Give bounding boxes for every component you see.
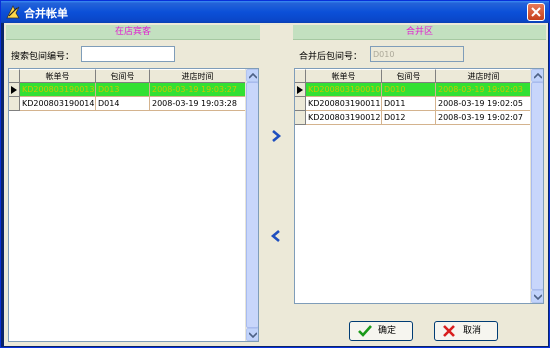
window-title: 合并帐单: [24, 7, 68, 20]
move-left-icon[interactable]: [269, 229, 283, 243]
confirm-button[interactable]: 确定: [349, 321, 413, 341]
app-icon: [6, 5, 20, 19]
column-header-time[interactable]: 进店时间: [150, 69, 246, 83]
search-room-input[interactable]: [81, 46, 175, 62]
confirm-label: 确定: [378, 326, 397, 336]
grid-header-row: 帐单号 包间号 进店时间: [9, 69, 246, 83]
row-indicator: [295, 111, 306, 125]
move-right-icon[interactable]: [269, 129, 283, 143]
play-icon: [11, 86, 17, 94]
table-row[interactable]: KD200803190013 D013 2008-03-19 19:03:27: [9, 83, 246, 97]
cell-room: D010: [382, 83, 436, 97]
table-row[interactable]: KD200803190014 D014 2008-03-19 19:03:28: [9, 97, 246, 111]
scroll-thumb[interactable]: [531, 82, 543, 290]
scroll-down-button[interactable]: [531, 290, 543, 303]
cell-time: 2008-03-19 19:03:27: [150, 83, 246, 97]
merged-room-label: 合并后包间号：: [299, 52, 363, 62]
close-button[interactable]: [527, 3, 545, 21]
chevron-up-icon: [249, 73, 257, 79]
transfer-controls: [262, 25, 291, 344]
x-icon: [443, 325, 455, 337]
cancel-button[interactable]: 取消: [434, 321, 498, 341]
vertical-scrollbar[interactable]: [530, 69, 543, 303]
search-label: 搜索包间编号：: [11, 52, 75, 62]
play-icon: [297, 86, 303, 94]
merge-area-panel: 合并区 合并后包间号： 帐单号 包间号 进店时间 KD200803190010 …: [293, 25, 546, 344]
merge-bills-window: 合并帐单 在店宾客 搜索包间编号： 帐单号 包间号 进店时间 KD2008031…: [0, 0, 550, 348]
cell-bill: KD200803190013: [20, 83, 96, 97]
chevron-down-icon: [534, 294, 542, 300]
column-header-room[interactable]: 包间号: [382, 69, 436, 83]
cell-time: 2008-03-19 19:02:05: [436, 97, 532, 111]
grid-header-row: 帐单号 包间号 进店时间: [295, 69, 532, 83]
column-header-bill[interactable]: 帐单号: [20, 69, 96, 83]
cell-time: 2008-03-19 19:02:03: [436, 83, 532, 97]
cell-room: D012: [382, 111, 436, 125]
column-header-time[interactable]: 进店时间: [436, 69, 532, 83]
row-indicator: [295, 97, 306, 111]
scroll-up-button[interactable]: [246, 69, 258, 82]
cell-bill: KD200803190010: [306, 83, 382, 97]
cell-room: D014: [96, 97, 150, 111]
cell-bill: KD200803190014: [20, 97, 96, 111]
scroll-down-button[interactable]: [246, 328, 258, 341]
column-header-room[interactable]: 包间号: [96, 69, 150, 83]
merge-grid[interactable]: 帐单号 包间号 进店时间 KD200803190010 D010 2008-03…: [294, 68, 544, 304]
panel-header: 在店宾客: [6, 25, 260, 40]
cancel-label: 取消: [463, 326, 482, 336]
column-header-bill[interactable]: 帐单号: [306, 69, 382, 83]
scroll-up-button[interactable]: [531, 69, 543, 82]
scroll-thumb[interactable]: [246, 82, 258, 328]
chevron-up-icon: [534, 73, 542, 79]
client-area: 在店宾客 搜索包间编号： 帐单号 包间号 进店时间 KD200803190013…: [4, 23, 548, 346]
table-row[interactable]: KD200803190011 D011 2008-03-19 19:02:05: [295, 97, 532, 111]
panel-header: 合并区: [293, 25, 546, 40]
checkmark-icon: [358, 325, 372, 337]
table-row[interactable]: KD200803190012 D012 2008-03-19 19:02:07: [295, 111, 532, 125]
cell-bill: KD200803190012: [306, 111, 382, 125]
merged-room-input: [370, 46, 464, 62]
table-row[interactable]: KD200803190010 D010 2008-03-19 19:02:03: [295, 83, 532, 97]
current-row-indicator: [9, 83, 20, 97]
close-icon: [531, 7, 541, 17]
cell-time: 2008-03-19 19:02:07: [436, 111, 532, 125]
chevron-down-icon: [249, 332, 257, 338]
in-store-guests-panel: 在店宾客 搜索包间编号： 帐单号 包间号 进店时间 KD200803190013…: [6, 25, 260, 344]
guest-grid[interactable]: 帐单号 包间号 进店时间 KD200803190013 D013 2008-03…: [8, 68, 259, 342]
row-indicator-header: [9, 69, 20, 83]
row-indicator: [9, 97, 20, 111]
current-row-indicator: [295, 83, 306, 97]
cell-room: D011: [382, 97, 436, 111]
cell-time: 2008-03-19 19:03:28: [150, 97, 246, 111]
cell-bill: KD200803190011: [306, 97, 382, 111]
row-indicator-header: [295, 69, 306, 83]
title-bar[interactable]: 合并帐单: [1, 1, 549, 23]
cell-room: D013: [96, 83, 150, 97]
vertical-scrollbar[interactable]: [245, 69, 258, 341]
